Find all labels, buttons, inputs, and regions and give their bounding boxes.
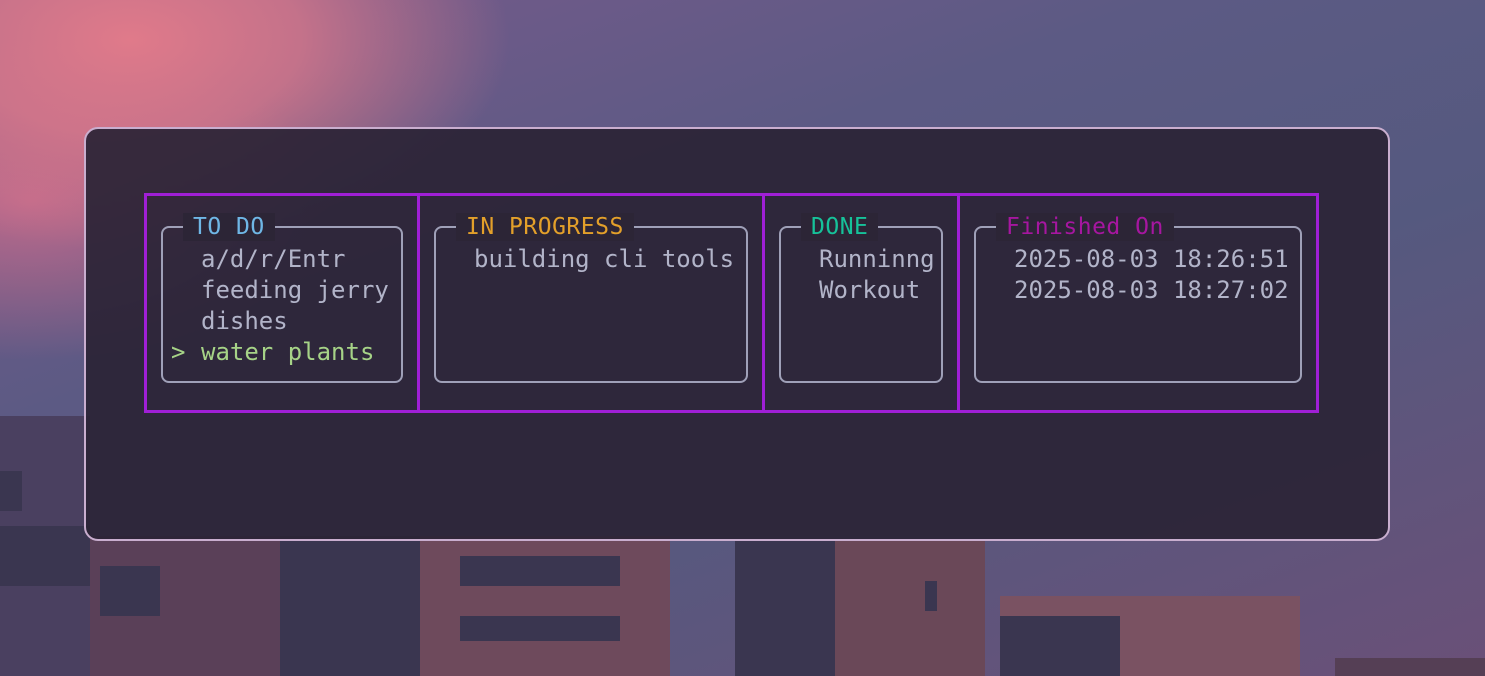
column-in-progress-panel: IN PROGRESS building cli tools [434,213,748,383]
cursor-indicator: > [171,338,186,366]
column-done-title: DONE [801,213,879,241]
task-item[interactable]: a/d/r/Entr [171,244,397,275]
kanban-board: TO DO a/d/r/Entr feeding jerry dishes > … [144,193,1319,413]
column-in-progress-title: IN PROGRESS [456,213,634,241]
task-item[interactable]: feeding jerry [171,275,397,306]
column-in-progress: IN PROGRESS building cli tools [417,196,762,410]
task-item[interactable]: Runninng [789,244,937,275]
task-item[interactable]: Workout [789,275,937,306]
cursor-indicator [789,244,819,275]
cursor-indicator [444,244,474,275]
background-building [0,416,90,676]
cursor-indicator [171,275,201,306]
column-in-progress-list: building cli tools [444,244,742,275]
cursor-indicator [789,275,819,306]
task-label: Runninng [819,245,935,273]
task-label: water plants [201,338,375,366]
column-todo-panel: TO DO a/d/r/Entr feeding jerry dishes > … [161,213,403,383]
column-finished-on: Finished On 2025-08-03 18:26:51 2025-08-… [957,196,1316,410]
column-todo-title: TO DO [183,213,275,241]
timestamp-item: 2025-08-03 18:26:51 [984,244,1296,275]
task-item[interactable]: building cli tools [444,244,742,275]
task-label: building cli tools [474,245,735,273]
task-item[interactable]: dishes [171,306,397,337]
background-building [420,536,670,676]
timestamp-label: 2025-08-03 18:26:51 [1014,245,1289,273]
task-label: a/d/r/Entr [201,245,346,273]
column-done: DONE Runninng Workout [762,196,957,410]
column-finished-on-list: 2025-08-03 18:26:51 2025-08-03 18:27:02 [984,244,1296,306]
background-building [1335,658,1485,676]
column-finished-on-title: Finished On [996,213,1174,241]
column-finished-on-panel: Finished On 2025-08-03 18:26:51 2025-08-… [974,213,1302,383]
timestamp-item: 2025-08-03 18:27:02 [984,275,1296,306]
task-item-selected[interactable]: > water plants [171,337,397,368]
cursor-indicator [984,275,1014,306]
cursor-indicator [171,306,201,337]
terminal-window: TO DO a/d/r/Entr feeding jerry dishes > … [84,127,1390,541]
task-label: Workout [819,276,921,304]
column-done-panel: DONE Runninng Workout [779,213,943,383]
cursor-indicator [171,244,201,275]
column-todo: TO DO a/d/r/Entr feeding jerry dishes > … [147,196,417,410]
task-label: feeding jerry [201,276,389,304]
task-label: dishes [201,307,288,335]
background-building [1000,596,1300,676]
timestamp-label: 2025-08-03 18:27:02 [1014,276,1289,304]
column-done-list: Runninng Workout [789,244,937,306]
cursor-indicator [984,244,1014,275]
background-building [90,536,420,676]
column-todo-list: a/d/r/Entr feeding jerry dishes > water … [171,244,397,368]
background-building [735,541,985,676]
